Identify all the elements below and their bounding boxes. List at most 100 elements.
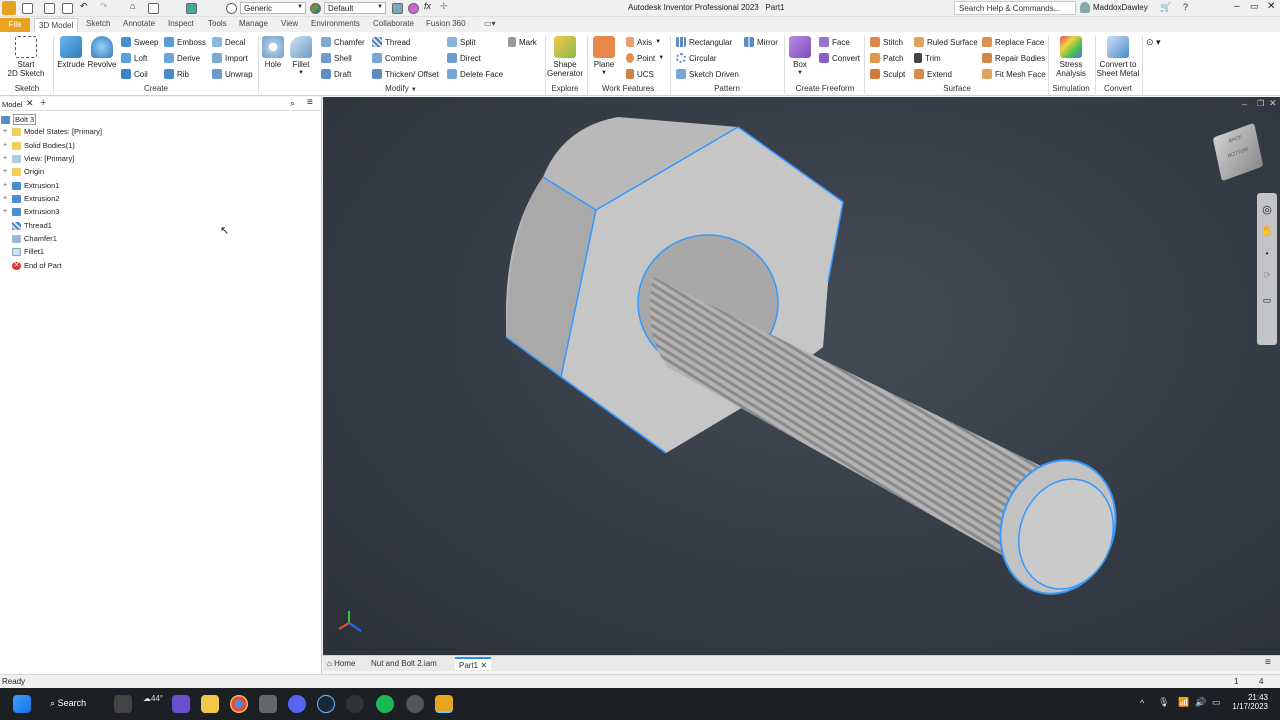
- mark-button[interactable]: Mark: [508, 37, 537, 47]
- chrome-icon[interactable]: [230, 695, 248, 713]
- file-explorer-icon[interactable]: [201, 695, 219, 713]
- open-icon[interactable]: [44, 3, 55, 14]
- tree-node[interactable]: + Solid Bodies(1): [3, 141, 75, 150]
- face-button[interactable]: Face: [819, 37, 850, 47]
- expand-icon[interactable]: +: [3, 128, 9, 135]
- shell-button[interactable]: Shell: [321, 53, 352, 63]
- tab-fusion-360[interactable]: Fusion 360: [426, 19, 466, 28]
- clear-appearance-icon[interactable]: [392, 3, 403, 14]
- direct-button[interactable]: Direct: [447, 53, 481, 63]
- tab-sketch[interactable]: Sketch: [86, 19, 110, 28]
- new-icon[interactable]: [22, 3, 33, 14]
- add-tab-icon[interactable]: +: [40, 97, 46, 109]
- menu-icon[interactable]: ≡: [307, 97, 313, 108]
- expand-icon[interactable]: +: [3, 182, 9, 189]
- trim-button[interactable]: Trim: [914, 53, 941, 63]
- expand-icon[interactable]: +: [3, 155, 9, 162]
- browser-tab-model[interactable]: Model: [2, 100, 22, 109]
- tab-environments[interactable]: Environments: [311, 19, 360, 28]
- tree-node[interactable]: + View: [Primary]: [3, 154, 74, 163]
- circular-pattern-button[interactable]: Circular: [676, 53, 717, 63]
- clock[interactable]: 21:43 1/17/2023: [1232, 693, 1268, 711]
- chamfer-button[interactable]: Chamfer: [321, 37, 365, 47]
- print-icon[interactable]: [148, 3, 159, 14]
- tab-manage[interactable]: Manage: [239, 19, 268, 28]
- axis-button[interactable]: Axis ▼: [626, 37, 661, 47]
- point-button[interactable]: Point ▼: [626, 53, 664, 63]
- extrude-button[interactable]: Extrude: [56, 36, 86, 69]
- derive-button[interactable]: Derive: [164, 53, 200, 63]
- loft-button[interactable]: Loft: [121, 53, 147, 63]
- fillet-button[interactable]: Fillet ▼: [288, 36, 314, 78]
- maximize-icon[interactable]: ▭: [1250, 1, 1259, 12]
- orbit-icon[interactable]: ⟳: [1257, 270, 1277, 281]
- graphics-viewport[interactable]: BACK BOTTOM – ❐ ✕ ◎ ✋ • ⟳ ▭: [323, 97, 1280, 655]
- microphone-icon[interactable]: 🎙: [1158, 697, 1169, 708]
- windows-start-icon[interactable]: [13, 695, 31, 713]
- viewport-restore-icon[interactable]: ❐: [1257, 99, 1264, 108]
- inventor-logo-icon[interactable]: [2, 1, 16, 15]
- stress-analysis-button[interactable]: Stress Analysis: [1051, 36, 1091, 78]
- hole-button[interactable]: Hole: [261, 36, 285, 69]
- ribbon-options-icon[interactable]: ⊙ ▾: [1146, 37, 1161, 48]
- undo-icon[interactable]: ↶: [80, 1, 91, 12]
- expand-icon[interactable]: +: [3, 168, 9, 175]
- tab-inspect[interactable]: Inspect: [168, 19, 194, 28]
- wifi-icon[interactable]: 📶: [1178, 697, 1189, 708]
- steering-wheel-icon[interactable]: ◎: [1257, 203, 1277, 216]
- start-2d-sketch-button[interactable]: Start 2D Sketch: [6, 36, 46, 78]
- extend-button[interactable]: Extend: [914, 69, 952, 79]
- tray-overflow-icon[interactable]: ^: [1140, 698, 1144, 708]
- assembly-tab[interactable]: Nut and Bolt 2.iam: [371, 659, 437, 668]
- select-icon[interactable]: [226, 3, 237, 14]
- expand-icon[interactable]: +: [3, 195, 9, 202]
- convert-freeform-button[interactable]: Convert: [819, 53, 860, 63]
- unwrap-button[interactable]: Unwrap: [212, 69, 253, 79]
- tab-collaborate[interactable]: Collaborate: [373, 19, 414, 28]
- split-button[interactable]: Split: [447, 37, 476, 47]
- tab-file[interactable]: File: [0, 18, 30, 32]
- draft-button[interactable]: Draft: [321, 69, 351, 79]
- fit-mesh-face-button[interactable]: Fit Mesh Face: [982, 69, 1046, 79]
- app-icon[interactable]: [346, 695, 364, 713]
- steam-icon[interactable]: [317, 695, 335, 713]
- zoom-icon[interactable]: •: [1257, 249, 1277, 258]
- help-icon[interactable]: ?: [1183, 2, 1188, 12]
- thread-button[interactable]: Thread: [372, 37, 410, 47]
- tree-root[interactable]: Bolt 3: [1, 114, 37, 125]
- close-icon[interactable]: ✕: [1267, 1, 1275, 12]
- tabs-menu-icon[interactable]: ≡: [1265, 657, 1271, 668]
- plane-button[interactable]: Plane ▼: [590, 36, 618, 78]
- appearance-dropdown[interactable]: Default ▼: [324, 2, 386, 14]
- weather-widget[interactable]: ☁44°: [143, 694, 163, 703]
- mirror-button[interactable]: Mirror: [744, 37, 778, 47]
- expand-icon[interactable]: +: [3, 142, 9, 149]
- expand-icon[interactable]: +: [3, 208, 9, 215]
- patch-button[interactable]: Patch: [870, 53, 903, 63]
- viewport-minimize-icon[interactable]: –: [1242, 99, 1247, 109]
- update-icon[interactable]: [186, 3, 197, 14]
- spotify-icon[interactable]: [376, 695, 394, 713]
- coil-button[interactable]: Coil: [121, 69, 148, 79]
- combine-button[interactable]: Combine: [372, 53, 417, 63]
- user-name[interactable]: MaddoxDawley: [1093, 3, 1148, 12]
- discord-icon[interactable]: [288, 695, 306, 713]
- teams-icon[interactable]: [172, 695, 190, 713]
- ruled-surface-button[interactable]: Ruled Surface: [914, 37, 978, 47]
- shape-generator-button[interactable]: Shape Generator: [547, 36, 583, 78]
- obs-icon[interactable]: [406, 695, 424, 713]
- import-button[interactable]: Import: [212, 53, 248, 63]
- emboss-button[interactable]: Emboss: [164, 37, 206, 47]
- sweep-button[interactable]: Sweep: [121, 37, 158, 47]
- viewport-close-icon[interactable]: ✕: [1269, 98, 1277, 109]
- volume-icon[interactable]: 🔊: [1195, 697, 1206, 708]
- inventor-taskbar-icon[interactable]: [435, 695, 453, 713]
- convert-to-sheet-metal-button[interactable]: Convert to Sheet Metal: [1096, 36, 1140, 78]
- tree-node[interactable]: Thread1: [3, 221, 52, 230]
- adjust-icon[interactable]: [408, 3, 419, 14]
- close-icon[interactable]: ✕: [480, 661, 487, 670]
- rib-button[interactable]: Rib: [164, 69, 189, 79]
- repair-bodies-button[interactable]: Repair Bodies: [982, 53, 1045, 63]
- task-view-icon[interactable]: [114, 695, 132, 713]
- fx-icon[interactable]: fx: [424, 1, 435, 12]
